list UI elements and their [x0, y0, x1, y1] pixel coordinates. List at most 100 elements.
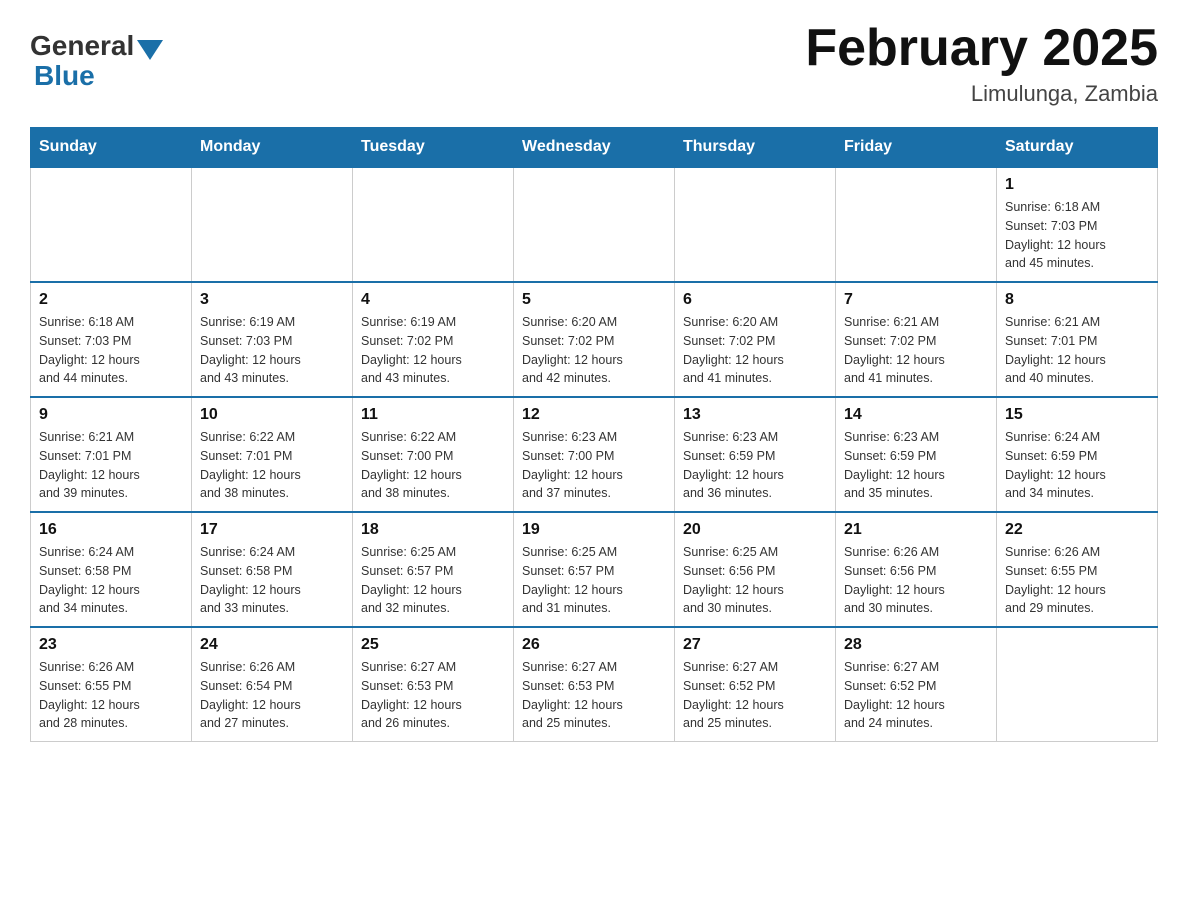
day-number: 22 [1005, 521, 1149, 539]
calendar-cell: 7Sunrise: 6:21 AM Sunset: 7:02 PM Daylig… [836, 282, 997, 397]
day-info: Sunrise: 6:26 AM Sunset: 6:56 PM Dayligh… [844, 543, 988, 618]
calendar-cell: 9 Sunrise: 6:21 AM Sunset: 7:01 PM Daylig… [31, 397, 192, 512]
week-row-4: 16 Sunrise: 6:24 AM Sunset: 6:58 PM Dayli… [31, 512, 1158, 627]
day-number: 24 [200, 636, 344, 654]
day-info: Sunrise: 6:20 AM Sunset: 7:02 PM Dayligh… [683, 313, 827, 388]
calendar-cell [675, 167, 836, 282]
weekday-header-sunday: Sunday [31, 128, 192, 168]
day-number: 17 [200, 521, 344, 539]
calendar-cell: 18 Sunrise: 6:25 AM Sunset: 6:57 PM Dayli… [353, 512, 514, 627]
calendar-cell: 8Sunrise: 6:21 AM Sunset: 7:01 PM Daylig… [997, 282, 1158, 397]
day-info: Sunrise: 6:27 AM Sunset: 6:53 PM Dayligh… [522, 658, 666, 733]
logo-triangle-icon [137, 40, 163, 60]
day-info: Sunrise: 6:24 AM Sunset: 6:59 PM Dayligh… [1005, 428, 1149, 503]
day-number: 19 [522, 521, 666, 539]
weekday-header-thursday: Thursday [675, 128, 836, 168]
week-row-1: 1 Sunrise: 6:18 AM Sunset: 7:03 PM Daylig… [31, 167, 1158, 282]
day-info: Sunrise: 6:23 AM Sunset: 6:59 PM Dayligh… [683, 428, 827, 503]
calendar-cell: 23 Sunrise: 6:26 AM Sunset: 6:55 PM Dayli… [31, 627, 192, 742]
day-number: 6 [683, 291, 827, 309]
calendar-cell [997, 627, 1158, 742]
day-info: Sunrise: 6:19 AM Sunset: 7:03 PM Dayligh… [200, 313, 344, 388]
calendar-cell: 5 Sunrise: 6:20 AM Sunset: 7:02 PM Daylig… [514, 282, 675, 397]
weekday-header-tuesday: Tuesday [353, 128, 514, 168]
day-info: Sunrise: 6:21 AM Sunset: 7:02 PM Dayligh… [844, 313, 988, 388]
weekday-header-monday: Monday [192, 128, 353, 168]
calendar-cell: 4Sunrise: 6:19 AM Sunset: 7:02 PM Daylig… [353, 282, 514, 397]
logo: General Blue [30, 20, 166, 92]
day-info: Sunrise: 6:25 AM Sunset: 6:57 PM Dayligh… [361, 543, 505, 618]
day-info: Sunrise: 6:25 AM Sunset: 6:56 PM Dayligh… [683, 543, 827, 618]
day-number: 14 [844, 406, 988, 424]
day-info: Sunrise: 6:21 AM Sunset: 7:01 PM Dayligh… [39, 428, 183, 503]
calendar-cell: 3 Sunrise: 6:19 AM Sunset: 7:03 PM Daylig… [192, 282, 353, 397]
calendar-cell: 22 Sunrise: 6:26 AM Sunset: 6:55 PM Dayli… [997, 512, 1158, 627]
day-number: 21 [844, 521, 988, 539]
title-section: February 2025 Limulunga, Zambia [805, 20, 1158, 107]
day-number: 9 [39, 406, 183, 424]
calendar-cell: 13 Sunrise: 6:23 AM Sunset: 6:59 PM Dayli… [675, 397, 836, 512]
calendar-cell: 21 Sunrise: 6:26 AM Sunset: 6:56 PM Dayli… [836, 512, 997, 627]
calendar-cell: 28 Sunrise: 6:27 AM Sunset: 6:52 PM Dayli… [836, 627, 997, 742]
day-number: 2 [39, 291, 183, 309]
day-number: 10 [200, 406, 344, 424]
day-number: 16 [39, 521, 183, 539]
calendar-cell: 20 Sunrise: 6:25 AM Sunset: 6:56 PM Dayli… [675, 512, 836, 627]
day-number: 26 [522, 636, 666, 654]
calendar-cell: 1 Sunrise: 6:18 AM Sunset: 7:03 PM Daylig… [997, 167, 1158, 282]
day-number: 8 [1005, 291, 1149, 309]
day-number: 15 [1005, 406, 1149, 424]
calendar-cell: 16 Sunrise: 6:24 AM Sunset: 6:58 PM Dayli… [31, 512, 192, 627]
day-number: 5 [522, 291, 666, 309]
calendar-cell [31, 167, 192, 282]
calendar-cell: 11 Sunrise: 6:22 AM Sunset: 7:00 PM Dayli… [353, 397, 514, 512]
calendar-cell: 27 Sunrise: 6:27 AM Sunset: 6:52 PM Dayli… [675, 627, 836, 742]
day-info: Sunrise: 6:26 AM Sunset: 6:55 PM Dayligh… [39, 658, 183, 733]
day-info: Sunrise: 6:22 AM Sunset: 7:01 PM Dayligh… [200, 428, 344, 503]
day-number: 27 [683, 636, 827, 654]
day-number: 12 [522, 406, 666, 424]
week-row-5: 23 Sunrise: 6:26 AM Sunset: 6:55 PM Dayli… [31, 627, 1158, 742]
calendar-cell: 2 Sunrise: 6:18 AM Sunset: 7:03 PM Daylig… [31, 282, 192, 397]
calendar-cell: 14 Sunrise: 6:23 AM Sunset: 6:59 PM Dayli… [836, 397, 997, 512]
calendar-cell: 19 Sunrise: 6:25 AM Sunset: 6:57 PM Dayli… [514, 512, 675, 627]
month-title: February 2025 [805, 20, 1158, 77]
day-number: 18 [361, 521, 505, 539]
day-number: 13 [683, 406, 827, 424]
day-info: Sunrise: 6:27 AM Sunset: 6:52 PM Dayligh… [683, 658, 827, 733]
day-number: 28 [844, 636, 988, 654]
day-number: 1 [1005, 176, 1149, 194]
day-info: Sunrise: 6:24 AM Sunset: 6:58 PM Dayligh… [39, 543, 183, 618]
day-number: 11 [361, 406, 505, 424]
calendar-cell: 10 Sunrise: 6:22 AM Sunset: 7:01 PM Dayli… [192, 397, 353, 512]
day-info: Sunrise: 6:25 AM Sunset: 6:57 PM Dayligh… [522, 543, 666, 618]
day-info: Sunrise: 6:20 AM Sunset: 7:02 PM Dayligh… [522, 313, 666, 388]
day-info: Sunrise: 6:22 AM Sunset: 7:00 PM Dayligh… [361, 428, 505, 503]
calendar-cell [192, 167, 353, 282]
day-info: Sunrise: 6:24 AM Sunset: 6:58 PM Dayligh… [200, 543, 344, 618]
calendar-cell: 6 Sunrise: 6:20 AM Sunset: 7:02 PM Daylig… [675, 282, 836, 397]
calendar-table: SundayMondayTuesdayWednesdayThursdayFrid… [30, 127, 1158, 742]
weekday-header-wednesday: Wednesday [514, 128, 675, 168]
day-number: 3 [200, 291, 344, 309]
weekday-header-saturday: Saturday [997, 128, 1158, 168]
weekday-header-row: SundayMondayTuesdayWednesdayThursdayFrid… [31, 128, 1158, 168]
day-info: Sunrise: 6:18 AM Sunset: 7:03 PM Dayligh… [39, 313, 183, 388]
week-row-3: 9 Sunrise: 6:21 AM Sunset: 7:01 PM Daylig… [31, 397, 1158, 512]
day-number: 4 [361, 291, 505, 309]
day-number: 20 [683, 521, 827, 539]
logo-blue-text: Blue [34, 60, 95, 92]
calendar-cell: 15 Sunrise: 6:24 AM Sunset: 6:59 PM Dayli… [997, 397, 1158, 512]
calendar-cell [353, 167, 514, 282]
day-number: 23 [39, 636, 183, 654]
calendar-cell [514, 167, 675, 282]
day-info: Sunrise: 6:26 AM Sunset: 6:55 PM Dayligh… [1005, 543, 1149, 618]
day-info: Sunrise: 6:23 AM Sunset: 6:59 PM Dayligh… [844, 428, 988, 503]
day-info: Sunrise: 6:27 AM Sunset: 6:52 PM Dayligh… [844, 658, 988, 733]
calendar-cell: 25Sunrise: 6:27 AM Sunset: 6:53 PM Dayli… [353, 627, 514, 742]
calendar-cell: 26 Sunrise: 6:27 AM Sunset: 6:53 PM Dayli… [514, 627, 675, 742]
location: Limulunga, Zambia [805, 81, 1158, 107]
day-info: Sunrise: 6:26 AM Sunset: 6:54 PM Dayligh… [200, 658, 344, 733]
day-info: Sunrise: 6:18 AM Sunset: 7:03 PM Dayligh… [1005, 198, 1149, 273]
logo-general-text: General [30, 30, 134, 62]
